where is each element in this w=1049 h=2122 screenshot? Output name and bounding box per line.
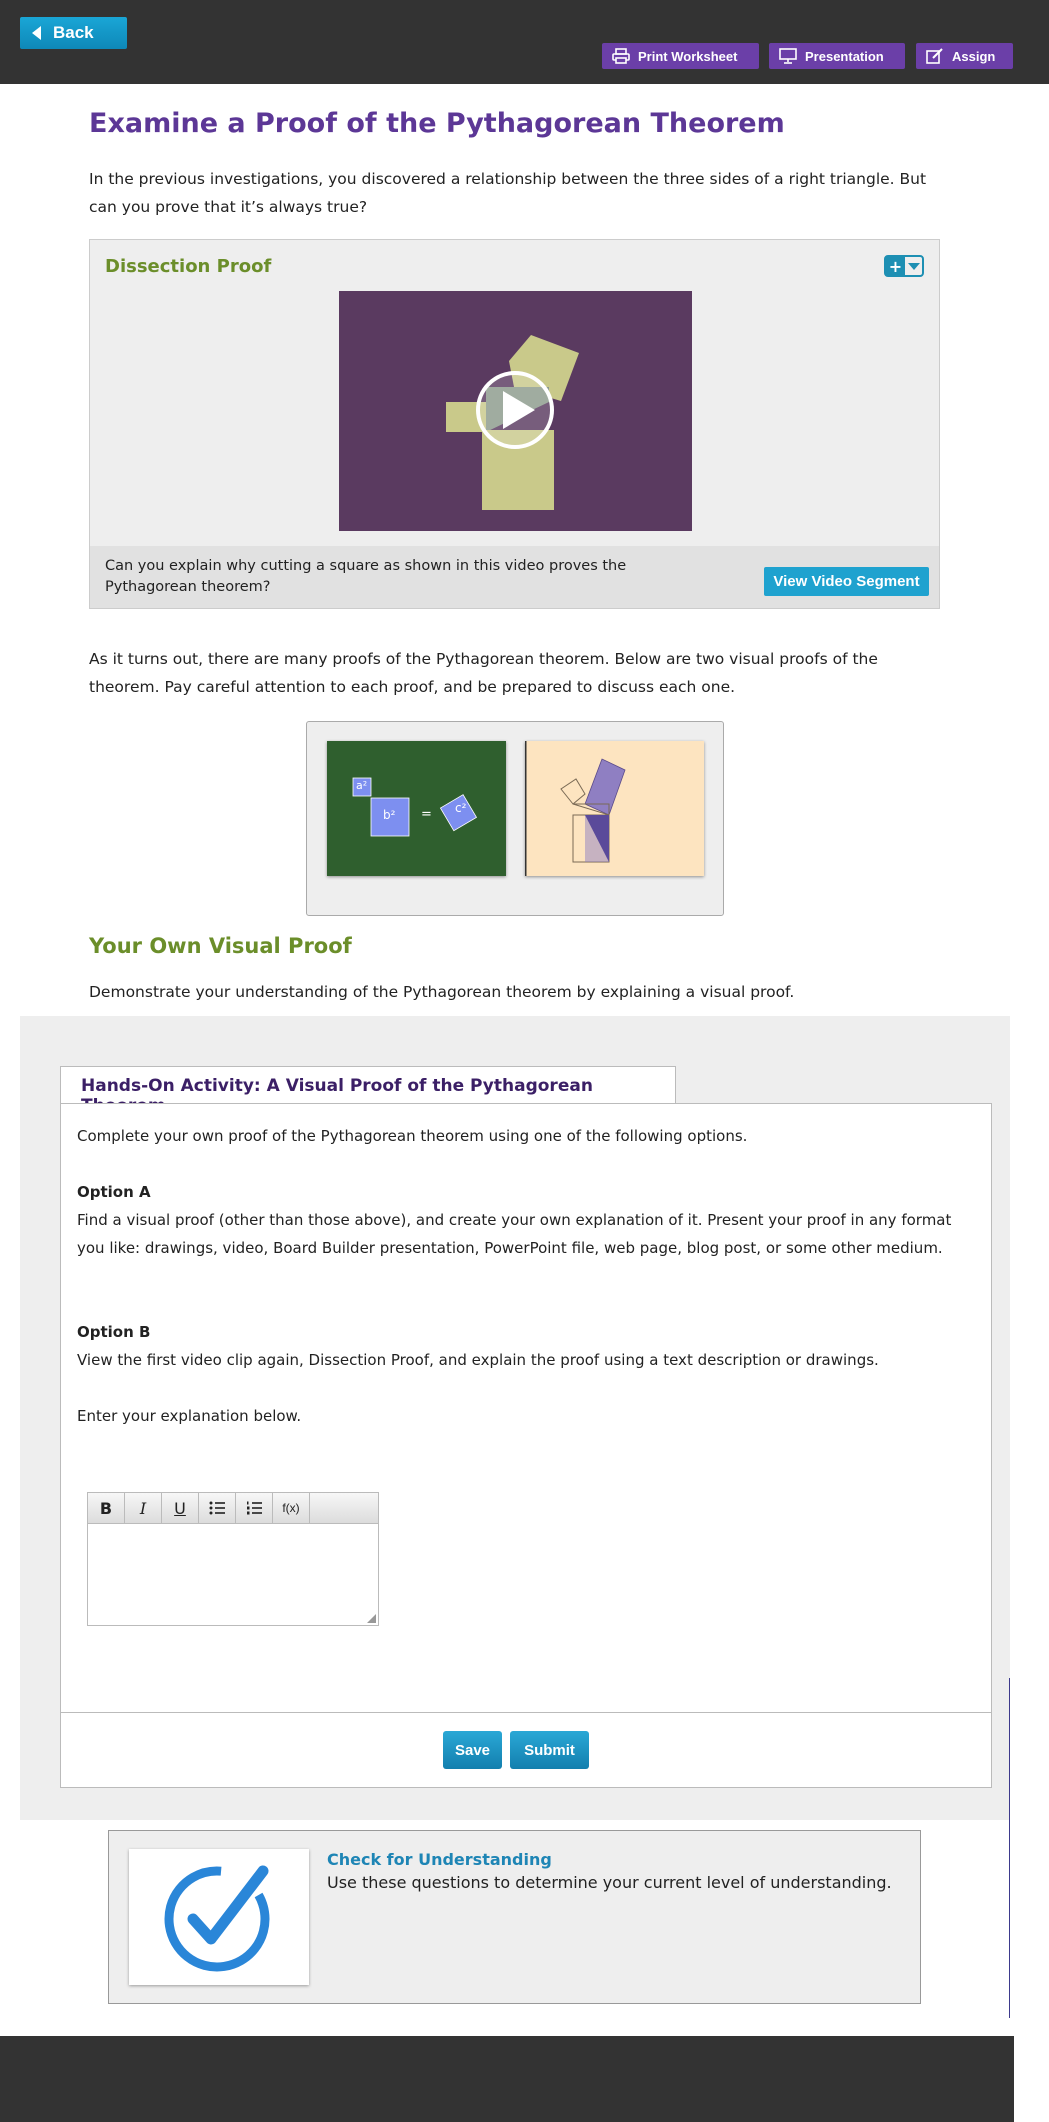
squares-equation-image [327, 741, 506, 876]
video-player[interactable] [339, 291, 692, 531]
checkmark-thumbnail[interactable] [129, 1849, 309, 1985]
edit-icon [926, 48, 943, 64]
explanation-textarea[interactable] [88, 1525, 378, 1625]
video-title: Dissection Proof [105, 256, 272, 277]
own-proof-heading: Your Own Visual Proof [89, 934, 352, 958]
monitor-icon [779, 48, 797, 64]
activity-actions: Save Submit [61, 1712, 991, 1788]
enter-explanation-text: Enter your explanation below. [77, 1407, 302, 1425]
top-bar: Back Print Worksheet Presentation Assign [0, 0, 1049, 84]
visual-proofs-gallery: a² b² = c² [306, 721, 724, 916]
plus-icon: + [886, 257, 905, 276]
checkmark-icon [164, 1865, 270, 1972]
side-divider [1009, 1678, 1010, 2018]
bulleted-list-button[interactable] [199, 1493, 236, 1523]
presentation-button[interactable]: Presentation [769, 43, 905, 69]
assign-button[interactable]: Assign [916, 43, 1013, 69]
view-video-segment-button[interactable]: View Video Segment [764, 567, 929, 596]
editor-toolbar: B I U f(x) [88, 1493, 378, 1524]
submit-button[interactable]: Submit [510, 1731, 589, 1769]
pythagorean-diagram-image [525, 741, 704, 876]
back-button[interactable]: Back [20, 17, 127, 49]
page-footer [0, 2036, 1014, 2122]
check-for-understanding-card: Check for Understanding Use these questi… [108, 1830, 921, 2004]
equals-sign: = [421, 807, 432, 822]
option-b-title: Option B [77, 1323, 151, 1341]
check-understanding-desc: Use these questions to determine your cu… [327, 1873, 892, 1892]
a-squared-label: a² [356, 779, 368, 792]
activity-tab[interactable]: Hands-On Activity: A Visual Proof of the… [60, 1066, 676, 1116]
page-title: Examine a Proof of the Pythagorean Theor… [89, 108, 785, 139]
video-question: Can you explain why cutting a square as … [105, 558, 627, 595]
back-button-label: Back [53, 23, 94, 42]
bold-button[interactable]: B [88, 1493, 125, 1523]
formula-button[interactable]: f(x) [273, 1493, 310, 1523]
printer-icon [612, 48, 630, 64]
activity-intro: Complete your own proof of the Pythagore… [77, 1127, 748, 1145]
presentation-label: Presentation [805, 48, 884, 64]
b-squared-label: b² [383, 808, 396, 822]
own-proof-text: Demonstrate your understanding of the Py… [89, 983, 795, 1001]
numbered-list-button[interactable] [236, 1493, 273, 1523]
back-arrow-icon [32, 26, 41, 40]
dissection-proof-card: Dissection Proof + Can you explain why c… [89, 239, 940, 609]
visual-proof-2-thumbnail[interactable] [525, 741, 704, 876]
expand-options-button[interactable]: + [884, 255, 924, 277]
option-b-text: View the first video clip again, Dissect… [77, 1351, 879, 1369]
print-worksheet-label: Print Worksheet [638, 48, 738, 64]
activity-section: Hands-On Activity: A Visual Proof of the… [20, 1016, 1010, 1820]
resize-grip-icon[interactable] [367, 1614, 376, 1623]
numbered-list-icon [247, 1501, 262, 1515]
check-understanding-link[interactable]: Check for Understanding [327, 1850, 552, 1869]
intro-text: In the previous investigations, you disc… [89, 170, 927, 216]
underline-button[interactable]: U [162, 1493, 199, 1523]
visual-proof-1-thumbnail[interactable]: a² b² = c² [327, 741, 506, 876]
proofs-intro-text: As it turns out, there are many proofs o… [89, 650, 878, 696]
chevron-down-icon [905, 257, 922, 275]
option-a-text: Find a visual proof (other than those ab… [77, 1211, 952, 1257]
c-squared-label: c² [455, 801, 467, 815]
option-a-title: Option A [77, 1183, 151, 1201]
print-worksheet-button[interactable]: Print Worksheet [602, 43, 759, 69]
activity-panel: Complete your own proof of the Pythagore… [60, 1103, 992, 1788]
save-button[interactable]: Save [443, 1731, 502, 1769]
assign-label: Assign [952, 48, 996, 64]
video-still [339, 291, 692, 531]
rich-text-editor: B I U f(x) [87, 1492, 379, 1626]
video-caption-bar: Can you explain why cutting a square as … [90, 546, 939, 608]
bulleted-list-icon [209, 1501, 225, 1515]
italic-button[interactable]: I [125, 1493, 162, 1523]
